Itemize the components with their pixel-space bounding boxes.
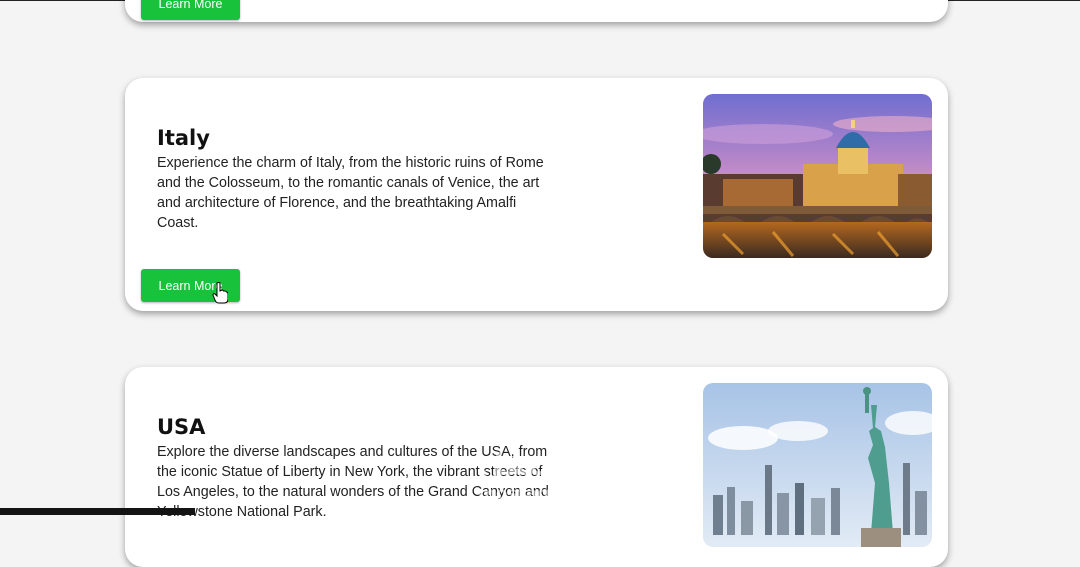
watermark-latin: mostaql.com [478,484,602,504]
card-title-usa: USA [157,415,206,439]
status-bar [0,508,195,515]
card-title-italy: Italy [157,126,210,150]
watermark-arabic: مستقل [478,448,588,483]
usa-image [703,383,932,547]
learn-more-button-previous[interactable]: Learn More [141,0,240,20]
card-description-italy: Experience the charm of Italy, from the … [157,155,544,231]
destination-card-previous: Learn More [125,0,948,22]
destination-card-italy: Italy Experience the charm of Italy, fro… [125,78,948,311]
watermark: مستقل mostaql.com [478,448,602,505]
italy-image [703,94,932,258]
hand-pointer-icon [212,282,228,304]
